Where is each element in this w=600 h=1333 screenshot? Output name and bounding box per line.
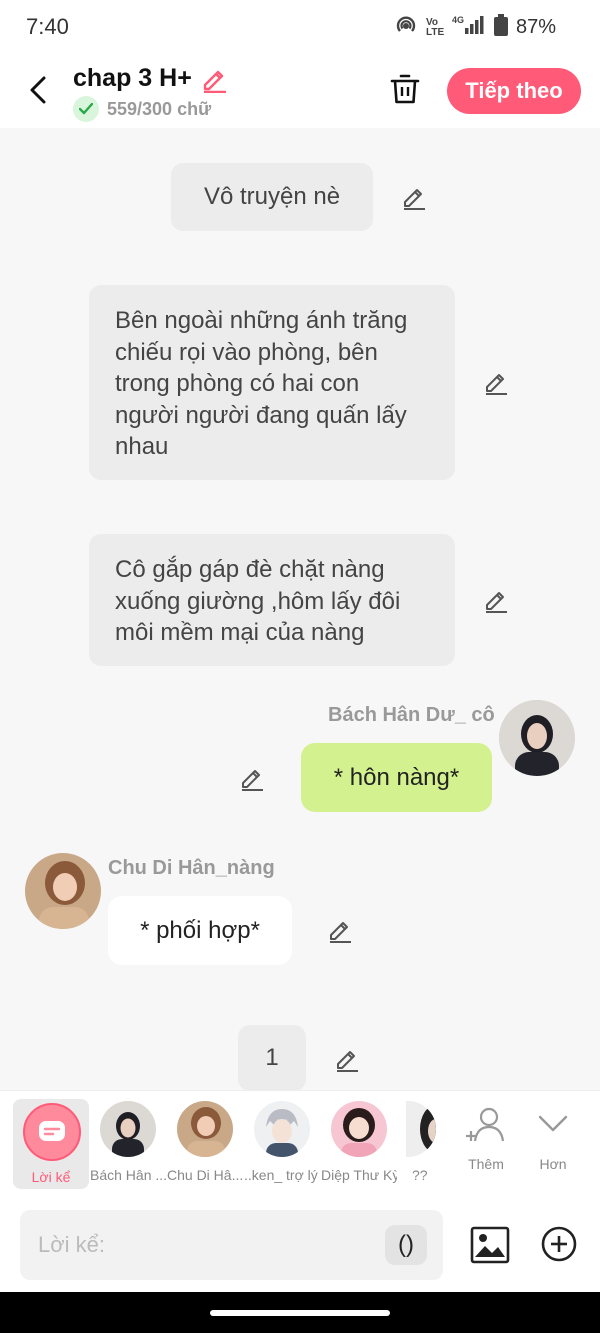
edit-icon[interactable]	[326, 916, 354, 944]
word-count-text: 559/300 chữ	[107, 98, 212, 119]
narrator-avatar	[23, 1103, 81, 1161]
status-icons: Vo LTE 4G 87%	[394, 14, 556, 41]
plus-circle-icon	[541, 1226, 577, 1262]
word-count: 559/300 chữ	[73, 96, 211, 122]
character-avatar	[406, 1101, 436, 1157]
edit-icon[interactable]	[238, 764, 266, 792]
edit-icon[interactable]	[333, 1045, 361, 1073]
message-input-box: ()	[20, 1210, 443, 1280]
character-label: Bách Hân ...	[90, 1167, 166, 1183]
edit-icon[interactable]	[482, 586, 510, 614]
delete-button[interactable]	[386, 70, 424, 108]
more-button[interactable]: Hơn	[523, 1105, 583, 1172]
character-item[interactable]: ..ken_ trợ lý ...	[244, 1099, 320, 1183]
narration-bubble[interactable]: 1	[238, 1025, 306, 1091]
battery-percent: 87%	[515, 16, 556, 38]
character-label: Diệp Thư Kỳ	[321, 1167, 397, 1183]
trash-icon	[390, 74, 420, 104]
add-label: Thêm	[468, 1156, 504, 1172]
character-narrator[interactable]: Lời kể	[13, 1099, 89, 1189]
character-item[interactable]: Bách Hân ...	[90, 1099, 166, 1183]
system-nav-bar	[0, 1292, 600, 1333]
add-person-icon	[466, 1107, 505, 1142]
network-label: 4G	[452, 15, 464, 25]
volte-icon: Vo LTE	[425, 16, 445, 38]
add-button[interactable]	[540, 1225, 578, 1263]
speaker-name: Bách Hân Dư_ cô	[328, 704, 495, 726]
character-label: ??	[412, 1167, 428, 1183]
narration-bubble[interactable]: Bên ngoài những ánh trăng chiếu rọi vào …	[89, 285, 455, 480]
message-bubble-right[interactable]: * hôn nàng*	[301, 743, 492, 812]
narration-text: Cô gắp gáp đè chặt nàng xuống giường ,hô…	[115, 556, 401, 646]
chapter-title[interactable]: chap 3 H+	[73, 64, 228, 93]
narration-bubble[interactable]: Cô gắp gáp đè chặt nàng xuống giường ,hô…	[89, 534, 455, 666]
back-button[interactable]	[22, 72, 54, 108]
add-character-button[interactable]: Thêm	[456, 1105, 516, 1172]
edit-icon[interactable]	[400, 183, 428, 211]
character-item[interactable]: Diệp Thư Kỳ	[321, 1099, 397, 1183]
character-item[interactable]: Chu Di Hâ...	[167, 1099, 243, 1183]
check-icon	[73, 96, 99, 122]
home-indicator[interactable]	[210, 1310, 390, 1316]
battery-icon	[493, 14, 508, 41]
character-label: ..ken_ trợ lý ...	[244, 1167, 320, 1183]
character-avatar	[331, 1101, 387, 1157]
narration-bubble[interactable]: Vô truyện nè	[171, 163, 373, 231]
image-icon	[470, 1226, 510, 1264]
more-label: Hơn	[539, 1156, 567, 1172]
status-time: 7:40	[26, 14, 69, 39]
message-bubble-left[interactable]: * phối hợp*	[108, 896, 292, 965]
next-button[interactable]: Tiếp theo	[447, 68, 581, 114]
narration-text: Bên ngoài những ánh trăng chiếu rọi vào …	[115, 307, 408, 460]
action-parentheses-button[interactable]: ()	[385, 1225, 427, 1265]
signal-icon: 4G	[452, 14, 486, 41]
avatar[interactable]	[499, 700, 575, 776]
avatar[interactable]	[25, 853, 101, 929]
edit-title-icon[interactable]	[200, 65, 228, 93]
chat-area[interactable]: Vô truyện nè Bên ngoài những ánh trăng c…	[0, 128, 600, 1091]
character-item[interactable]: ??	[398, 1099, 438, 1183]
chevron-down-icon	[538, 1115, 568, 1132]
chat-bubble-icon	[39, 1121, 65, 1141]
character-avatar	[177, 1101, 233, 1157]
character-bar: Lời kể Bách Hân ... Chu Di Hâ... ..ken_ …	[0, 1090, 600, 1198]
insert-image-button[interactable]	[470, 1225, 510, 1265]
message-text: * phối hợp*	[140, 916, 260, 944]
message-text: * hôn nàng*	[333, 763, 460, 791]
hotspot-icon	[394, 14, 418, 41]
chapter-title-text: chap 3 H+	[73, 64, 192, 92]
back-arrow-icon	[30, 76, 46, 104]
narration-text: 1	[265, 1044, 279, 1072]
character-label: Lời kể	[31, 1169, 71, 1185]
edit-icon[interactable]	[482, 368, 510, 396]
status-bar: 7:40 Vo LTE 4G 87%	[0, 0, 600, 56]
character-avatar	[100, 1101, 156, 1157]
header: chap 3 H+ 559/300 chữ Tiếp theo	[0, 56, 600, 128]
narration-text: Vô truyện nè	[203, 183, 341, 211]
speaker-name: Chu Di Hân_nàng	[108, 857, 275, 879]
input-bar: ()	[0, 1198, 600, 1292]
message-input[interactable]	[38, 1228, 378, 1262]
character-label: Chu Di Hâ...	[167, 1167, 243, 1183]
character-avatar	[254, 1101, 310, 1157]
